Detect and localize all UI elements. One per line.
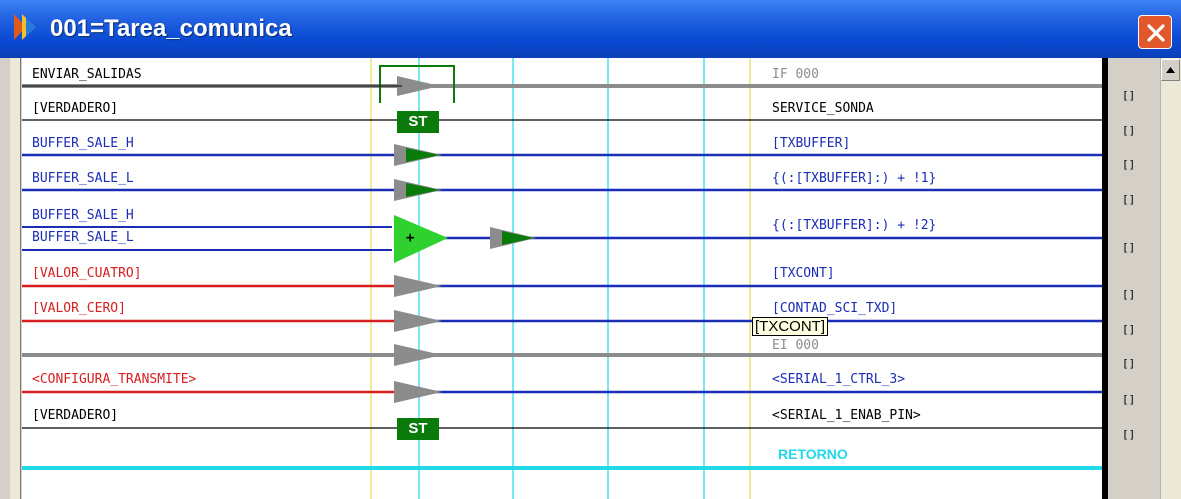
close-icon bbox=[1147, 24, 1165, 42]
add-block-symbol: + bbox=[406, 230, 415, 246]
rung-label-left[interactable]: BUFFER_SALE_L bbox=[32, 230, 134, 245]
rung-marker[interactable]: [] bbox=[1122, 393, 1135, 406]
window-title: 001=Tarea_comunica bbox=[50, 15, 292, 42]
rung-marker[interactable]: [] bbox=[1122, 428, 1135, 441]
rung-label-left[interactable]: ENVIAR_SALIDAS bbox=[32, 67, 142, 82]
rung-marker[interactable]: [] bbox=[1122, 89, 1135, 102]
rung-label-left[interactable]: [VALOR_CERO] bbox=[32, 301, 126, 316]
close-button[interactable] bbox=[1138, 15, 1172, 49]
app-icon bbox=[14, 14, 36, 40]
rung-label-right[interactable]: [TXCONT] bbox=[772, 266, 835, 281]
window-frame-left bbox=[0, 58, 10, 499]
scroll-up-button[interactable] bbox=[1161, 59, 1180, 81]
vertical-scrollbar[interactable] bbox=[1160, 58, 1181, 499]
title-bar[interactable]: 001=Tarea_comunica bbox=[0, 0, 1181, 58]
rung-marker[interactable]: [] bbox=[1122, 124, 1135, 137]
rung-label-left[interactable]: [VALOR_CUATRO] bbox=[32, 266, 142, 281]
rung-marker[interactable]: [] bbox=[1122, 357, 1135, 370]
ladder-canvas[interactable]: ENVIAR_SALIDAS [VERDADERO] BUFFER_SALE_H… bbox=[22, 58, 1104, 499]
st-block[interactable]: ST bbox=[397, 111, 439, 133]
rung-marker[interactable]: [] bbox=[1122, 158, 1135, 171]
window: 001=Tarea_comunica ENVIAR_SALIDAS [VERDA… bbox=[0, 0, 1181, 499]
tooltip: [TXCONT] bbox=[752, 317, 828, 336]
arrow-up-icon bbox=[1166, 67, 1175, 73]
rung-label-right[interactable]: <SERIAL_1_ENAB_PIN> bbox=[772, 408, 921, 423]
rung-label-right[interactable]: {(:[TXBUFFER]:) + !2} bbox=[772, 218, 936, 233]
rung-marker[interactable]: [] bbox=[1122, 193, 1135, 206]
rung-label-right[interactable]: SERVICE_SONDA bbox=[772, 101, 874, 116]
rung-label-left[interactable]: [VERDADERO] bbox=[32, 101, 118, 116]
return-label: RETORNO bbox=[778, 446, 848, 462]
rung-label-left[interactable]: [VERDADERO] bbox=[32, 408, 118, 423]
rung-label-left[interactable]: BUFFER_SALE_H bbox=[32, 208, 134, 223]
rung-label-right[interactable]: {(:[TXBUFFER]:) + !1} bbox=[772, 171, 936, 186]
ladder-left-rail bbox=[10, 58, 21, 499]
rung-label-left[interactable]: BUFFER_SALE_H bbox=[32, 136, 134, 151]
rung-label-right[interactable]: [TXBUFFER] bbox=[772, 136, 850, 151]
rung-label-left[interactable]: <CONFIGURA_TRANSMITE> bbox=[32, 372, 196, 387]
rung-marker[interactable]: [] bbox=[1122, 323, 1135, 336]
rung-label-right[interactable]: EI 000 bbox=[772, 338, 819, 353]
st-block[interactable]: ST bbox=[397, 418, 439, 440]
rung-marker[interactable]: [] bbox=[1122, 241, 1135, 254]
rung-label-right[interactable]: [CONTAD_SCI_TXD] bbox=[772, 301, 897, 316]
rung-label-right[interactable]: IF 000 bbox=[772, 67, 819, 82]
rung-marker[interactable]: [] bbox=[1122, 288, 1135, 301]
ladder-diagram bbox=[22, 58, 1102, 499]
rung-label-right[interactable]: <SERIAL_1_CTRL_3> bbox=[772, 372, 905, 387]
rung-label-left[interactable]: BUFFER_SALE_L bbox=[32, 171, 134, 186]
